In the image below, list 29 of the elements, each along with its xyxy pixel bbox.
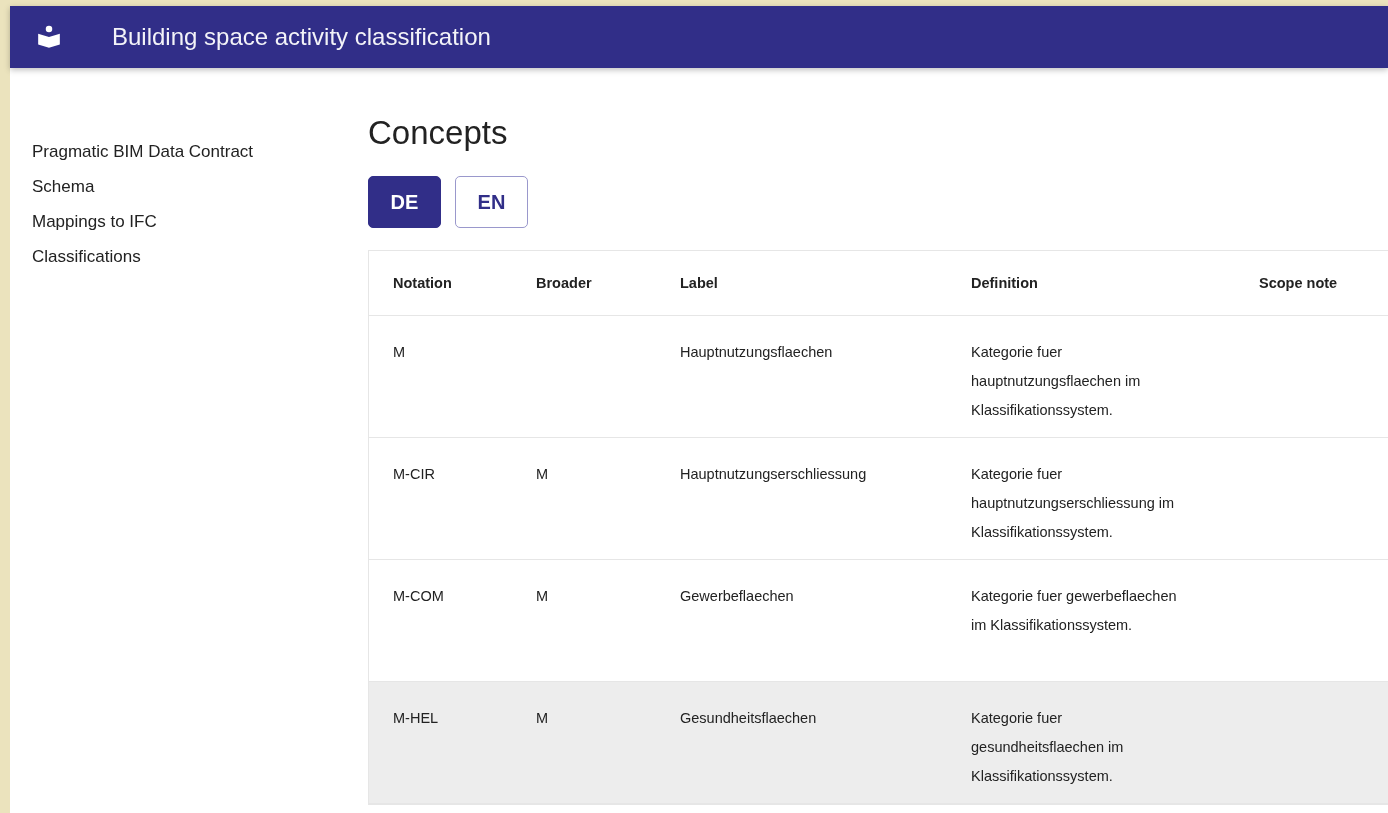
table-cell: M-HEL bbox=[393, 710, 439, 726]
language-button[interactable]: DE bbox=[368, 176, 441, 228]
column-header: Label bbox=[679, 275, 719, 291]
table-cell: Kategorie fuer hauptnutzungserschliessung im Klassifikationssystem. bbox=[971, 466, 1175, 540]
book-reader-icon bbox=[36, 24, 62, 50]
column-header: Definition bbox=[970, 275, 1039, 291]
table-cell: M-CIR bbox=[393, 466, 435, 482]
table-cell: M-COM bbox=[393, 588, 444, 604]
sidebar-link[interactable]: Classifications bbox=[32, 247, 141, 267]
table-cell: Kategorie fuer hauptnutzungsflaechen im Klassifikationssystem. bbox=[971, 344, 1141, 418]
table-cell: Gesundheitsflaechen bbox=[680, 710, 817, 726]
column-header: Broader bbox=[535, 275, 593, 291]
table-cell: Hauptnutzungsflaechen bbox=[680, 344, 833, 360]
column-header: Notation bbox=[392, 275, 453, 291]
table-cell: M bbox=[536, 588, 549, 604]
page-title: Concepts bbox=[368, 114, 509, 152]
language-button[interactable]: EN bbox=[455, 176, 528, 228]
table-cell: M bbox=[536, 710, 549, 726]
sidebar-link[interactable]: Pragmatic BIM Data Contract bbox=[32, 142, 254, 162]
table-cell: Kategorie fuer gesundheitsflaechen im Klassifikationssystem. bbox=[971, 710, 1124, 784]
table-cell: M bbox=[536, 466, 549, 482]
table-cell: Kategorie fuer gewerbeflaechen im Klassifikationssystem. bbox=[971, 588, 1177, 633]
table-cell: M bbox=[393, 344, 406, 360]
table-cell: Hauptnutzungserschliessung bbox=[680, 466, 867, 482]
table-cell: Gewerbeflaechen bbox=[680, 588, 794, 604]
sidebar-link[interactable]: Schema bbox=[32, 177, 95, 197]
column-header: Scope note bbox=[1258, 275, 1339, 291]
sidebar-link[interactable]: Mappings to IFC bbox=[32, 212, 157, 232]
app-title: Building space activity classification bbox=[112, 23, 491, 51]
